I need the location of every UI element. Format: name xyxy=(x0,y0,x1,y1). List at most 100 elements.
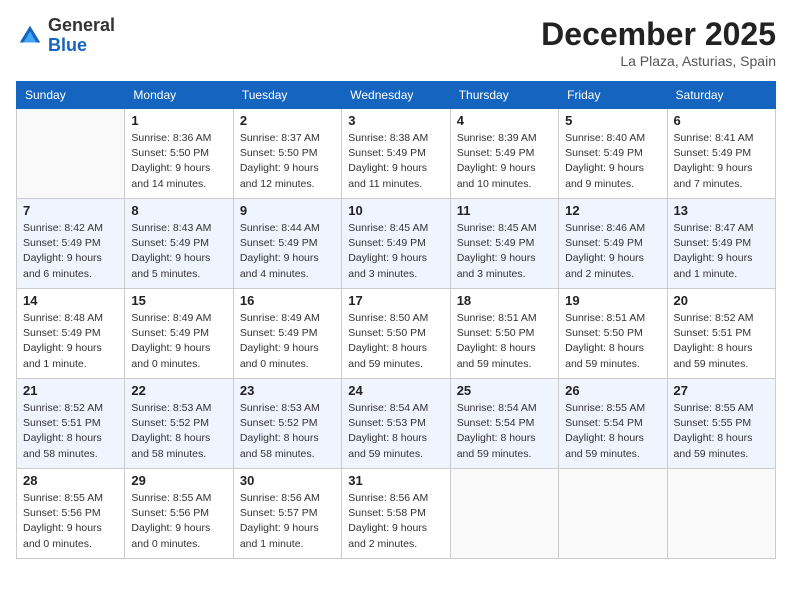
calendar-cell: 25 Sunrise: 8:54 AM Sunset: 5:54 PM Dayli… xyxy=(450,379,558,469)
calendar-cell: 23 Sunrise: 8:53 AM Sunset: 5:52 PM Dayli… xyxy=(233,379,341,469)
calendar-cell: 26Sunrise: 8:55 AM Sunset: 5:54 PM Dayli… xyxy=(559,379,667,469)
calendar-cell: 31Sunrise: 8:56 AM Sunset: 5:58 PM Dayli… xyxy=(342,469,450,559)
day-info: Sunrise: 8:36 AM Sunset: 5:50 PM Dayligh… xyxy=(131,131,226,192)
day-info: Sunrise: 8:50 AM Sunset: 5:50 PM Dayligh… xyxy=(348,311,443,372)
calendar-cell xyxy=(17,109,125,199)
day-number: 11 xyxy=(457,203,552,218)
day-number: 27 xyxy=(674,383,769,398)
day-number: 23 xyxy=(240,383,335,398)
day-number: 25 xyxy=(457,383,552,398)
calendar-week-4: 21Sunrise: 8:52 AM Sunset: 5:51 PM Dayli… xyxy=(17,379,776,469)
day-number: 7 xyxy=(23,203,118,218)
day-info: Sunrise: 8:41 AM Sunset: 5:49 PM Dayligh… xyxy=(674,131,769,192)
day-number: 29 xyxy=(131,473,226,488)
day-info: Sunrise: 8:42 AM Sunset: 5:49 PM Dayligh… xyxy=(23,221,118,282)
day-number: 17 xyxy=(348,293,443,308)
day-info: Sunrise: 8:54 AM Sunset: 5:53 PM Dayligh… xyxy=(348,401,443,462)
calendar-header-row: SundayMondayTuesdayWednesdayThursdayFrid… xyxy=(17,82,776,109)
calendar-cell: 1 Sunrise: 8:36 AM Sunset: 5:50 PM Daylig… xyxy=(125,109,233,199)
day-number: 16 xyxy=(240,293,335,308)
day-number: 24 xyxy=(348,383,443,398)
calendar-cell: 18Sunrise: 8:51 AM Sunset: 5:50 PM Dayli… xyxy=(450,289,558,379)
calendar-cell: 14 Sunrise: 8:48 AM Sunset: 5:49 PM Dayli… xyxy=(17,289,125,379)
col-header-saturday: Saturday xyxy=(667,82,775,109)
day-number: 1 xyxy=(131,113,226,128)
day-info: Sunrise: 8:39 AM Sunset: 5:49 PM Dayligh… xyxy=(457,131,552,192)
col-header-monday: Monday xyxy=(125,82,233,109)
calendar-cell: 27 Sunrise: 8:55 AM Sunset: 5:55 PM Dayli… xyxy=(667,379,775,469)
calendar-cell: 30 Sunrise: 8:56 AM Sunset: 5:57 PM Dayli… xyxy=(233,469,341,559)
day-number: 14 xyxy=(23,293,118,308)
day-number: 5 xyxy=(565,113,660,128)
calendar-cell: 24 Sunrise: 8:54 AM Sunset: 5:53 PM Dayli… xyxy=(342,379,450,469)
calendar-cell: 7 Sunrise: 8:42 AM Sunset: 5:49 PM Daylig… xyxy=(17,199,125,289)
calendar-cell: 22 Sunrise: 8:53 AM Sunset: 5:52 PM Dayli… xyxy=(125,379,233,469)
calendar-cell: 16Sunrise: 8:49 AM Sunset: 5:49 PM Dayli… xyxy=(233,289,341,379)
day-info: Sunrise: 8:38 AM Sunset: 5:49 PM Dayligh… xyxy=(348,131,443,192)
day-number: 15 xyxy=(131,293,226,308)
day-number: 22 xyxy=(131,383,226,398)
day-number: 2 xyxy=(240,113,335,128)
calendar-cell: 9Sunrise: 8:44 AM Sunset: 5:49 PM Daylig… xyxy=(233,199,341,289)
calendar-week-1: 1 Sunrise: 8:36 AM Sunset: 5:50 PM Daylig… xyxy=(17,109,776,199)
day-info: Sunrise: 8:54 AM Sunset: 5:54 PM Dayligh… xyxy=(457,401,552,462)
calendar-cell: 8 Sunrise: 8:43 AM Sunset: 5:49 PM Daylig… xyxy=(125,199,233,289)
day-info: Sunrise: 8:55 AM Sunset: 5:56 PM Dayligh… xyxy=(23,491,118,552)
logo-general-text: General xyxy=(48,15,115,35)
day-number: 8 xyxy=(131,203,226,218)
day-number: 10 xyxy=(348,203,443,218)
day-number: 19 xyxy=(565,293,660,308)
day-number: 6 xyxy=(674,113,769,128)
calendar-week-3: 14 Sunrise: 8:48 AM Sunset: 5:49 PM Dayli… xyxy=(17,289,776,379)
calendar-cell: 20Sunrise: 8:52 AM Sunset: 5:51 PM Dayli… xyxy=(667,289,775,379)
day-number: 20 xyxy=(674,293,769,308)
calendar-week-5: 28 Sunrise: 8:55 AM Sunset: 5:56 PM Dayli… xyxy=(17,469,776,559)
col-header-wednesday: Wednesday xyxy=(342,82,450,109)
col-header-thursday: Thursday xyxy=(450,82,558,109)
day-info: Sunrise: 8:45 AM Sunset: 5:49 PM Dayligh… xyxy=(348,221,443,282)
calendar-cell xyxy=(450,469,558,559)
calendar-cell: 21Sunrise: 8:52 AM Sunset: 5:51 PM Dayli… xyxy=(17,379,125,469)
title-block: December 2025 La Plaza, Asturias, Spain xyxy=(541,16,776,69)
calendar-cell: 15 Sunrise: 8:49 AM Sunset: 5:49 PM Dayli… xyxy=(125,289,233,379)
day-info: Sunrise: 8:48 AM Sunset: 5:49 PM Dayligh… xyxy=(23,311,118,372)
logo-icon xyxy=(16,22,44,50)
location: La Plaza, Asturias, Spain xyxy=(541,53,776,69)
day-info: Sunrise: 8:53 AM Sunset: 5:52 PM Dayligh… xyxy=(240,401,335,462)
day-info: Sunrise: 8:55 AM Sunset: 5:54 PM Dayligh… xyxy=(565,401,660,462)
calendar-cell: 4 Sunrise: 8:39 AM Sunset: 5:49 PM Daylig… xyxy=(450,109,558,199)
calendar-cell: 6 Sunrise: 8:41 AM Sunset: 5:49 PM Daylig… xyxy=(667,109,775,199)
calendar-cell: 2 Sunrise: 8:37 AM Sunset: 5:50 PM Daylig… xyxy=(233,109,341,199)
calendar-cell: 3Sunrise: 8:38 AM Sunset: 5:49 PM Daylig… xyxy=(342,109,450,199)
day-info: Sunrise: 8:46 AM Sunset: 5:49 PM Dayligh… xyxy=(565,221,660,282)
day-info: Sunrise: 8:47 AM Sunset: 5:49 PM Dayligh… xyxy=(674,221,769,282)
calendar-table: SundayMondayTuesdayWednesdayThursdayFrid… xyxy=(16,81,776,559)
calendar-cell: 28 Sunrise: 8:55 AM Sunset: 5:56 PM Dayli… xyxy=(17,469,125,559)
day-info: Sunrise: 8:56 AM Sunset: 5:57 PM Dayligh… xyxy=(240,491,335,552)
day-number: 28 xyxy=(23,473,118,488)
calendar-cell: 10 Sunrise: 8:45 AM Sunset: 5:49 PM Dayli… xyxy=(342,199,450,289)
calendar-cell: 13Sunrise: 8:47 AM Sunset: 5:49 PM Dayli… xyxy=(667,199,775,289)
day-number: 4 xyxy=(457,113,552,128)
day-info: Sunrise: 8:37 AM Sunset: 5:50 PM Dayligh… xyxy=(240,131,335,192)
col-header-tuesday: Tuesday xyxy=(233,82,341,109)
page-header: General Blue December 2025 La Plaza, Ast… xyxy=(16,16,776,69)
day-info: Sunrise: 8:44 AM Sunset: 5:49 PM Dayligh… xyxy=(240,221,335,282)
day-info: Sunrise: 8:49 AM Sunset: 5:49 PM Dayligh… xyxy=(131,311,226,372)
calendar-cell: 5Sunrise: 8:40 AM Sunset: 5:49 PM Daylig… xyxy=(559,109,667,199)
day-info: Sunrise: 8:55 AM Sunset: 5:56 PM Dayligh… xyxy=(131,491,226,552)
logo-blue-text: Blue xyxy=(48,35,87,55)
day-number: 30 xyxy=(240,473,335,488)
day-info: Sunrise: 8:45 AM Sunset: 5:49 PM Dayligh… xyxy=(457,221,552,282)
day-info: Sunrise: 8:55 AM Sunset: 5:55 PM Dayligh… xyxy=(674,401,769,462)
day-info: Sunrise: 8:51 AM Sunset: 5:50 PM Dayligh… xyxy=(457,311,552,372)
calendar-cell: 11 Sunrise: 8:45 AM Sunset: 5:49 PM Dayli… xyxy=(450,199,558,289)
calendar-cell: 29 Sunrise: 8:55 AM Sunset: 5:56 PM Dayli… xyxy=(125,469,233,559)
day-info: Sunrise: 8:53 AM Sunset: 5:52 PM Dayligh… xyxy=(131,401,226,462)
day-info: Sunrise: 8:52 AM Sunset: 5:51 PM Dayligh… xyxy=(23,401,118,462)
day-info: Sunrise: 8:43 AM Sunset: 5:49 PM Dayligh… xyxy=(131,221,226,282)
col-header-friday: Friday xyxy=(559,82,667,109)
calendar-cell: 12Sunrise: 8:46 AM Sunset: 5:49 PM Dayli… xyxy=(559,199,667,289)
calendar-cell: 19Sunrise: 8:51 AM Sunset: 5:50 PM Dayli… xyxy=(559,289,667,379)
logo: General Blue xyxy=(16,16,115,56)
